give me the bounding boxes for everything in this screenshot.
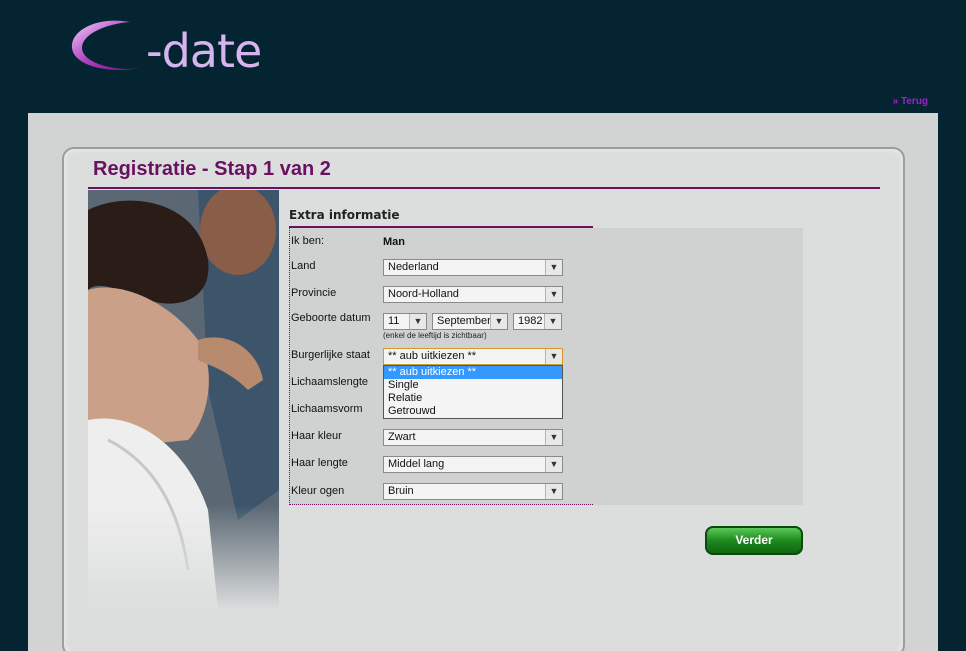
chevron-down-icon: ▼ [545, 349, 562, 364]
eye-color-label: Kleur ogen [291, 485, 345, 497]
gender-label: Ik ben: [291, 235, 325, 247]
hair-length-label: Haar lengte [291, 457, 348, 469]
birth-year-value: 1982 [518, 315, 543, 327]
hair-length-select[interactable]: Middel lang ▼ [383, 456, 563, 473]
cdate-logo[interactable]: -date [68, 16, 268, 78]
chevron-down-icon: ▼ [544, 314, 561, 329]
eye-color-select[interactable]: Bruin ▼ [383, 483, 563, 500]
birth-month-select[interactable]: September ▼ [432, 313, 508, 330]
chevron-down-icon: ▼ [545, 260, 562, 275]
section-title: Extra informatie [289, 208, 400, 222]
province-value: Noord-Holland [388, 288, 459, 300]
chevron-down-icon: ▼ [545, 484, 562, 499]
birthdate-hint: (enkel de leeftijd is zichtbaar) [383, 331, 487, 340]
dropdown-option[interactable]: Relatie [384, 392, 562, 405]
body-type-label: Lichaamsvorm [291, 403, 363, 415]
dropdown-option[interactable]: ** aub uitkiezen ** [384, 366, 562, 379]
dropdown-option[interactable]: Single [384, 379, 562, 392]
couple-photo [88, 190, 279, 610]
province-select[interactable]: Noord-Holland ▼ [383, 286, 563, 303]
country-value: Nederland [388, 261, 439, 273]
back-link[interactable]: » Terug [893, 96, 928, 107]
logo-swoosh-icon [71, 20, 142, 70]
birth-year-select[interactable]: 1982 ▼ [513, 313, 562, 330]
height-label: Lichaamslengte [291, 376, 369, 388]
eye-color-value: Bruin [388, 485, 414, 497]
hair-color-value: Zwart [388, 431, 416, 443]
birth-month-value: September [437, 315, 491, 327]
marital-status-label: Burgerlijke staat [291, 349, 370, 361]
title-divider [88, 187, 880, 189]
birth-day-select[interactable]: 11 ▼ [383, 313, 427, 330]
chevron-down-icon: ▼ [409, 314, 426, 329]
page-title: Registratie - Stap 1 van 2 [93, 158, 331, 180]
province-label: Provincie [291, 287, 337, 299]
dropdown-option[interactable]: Getrouwd [384, 405, 562, 418]
country-select[interactable]: Nederland ▼ [383, 259, 563, 276]
marital-status-select[interactable]: ** aub uitkiezen ** ▼ [383, 348, 563, 365]
chevron-down-icon: ▼ [545, 287, 562, 302]
marital-status-value: ** aub uitkiezen ** [388, 350, 477, 362]
marital-status-dropdown[interactable]: ** aub uitkiezen ** Single Relatie Getro… [383, 365, 563, 419]
hair-color-label: Haar kleur [291, 430, 342, 442]
chevron-down-icon: ▼ [545, 457, 562, 472]
gender-value: Man [383, 236, 405, 248]
hair-length-value: Middel lang [388, 458, 445, 470]
country-label: Land [291, 260, 316, 272]
hair-color-select[interactable]: Zwart ▼ [383, 429, 563, 446]
logo-text: -date [146, 24, 262, 78]
birthdate-label: Geboorte datum [291, 312, 371, 324]
next-button[interactable]: Verder [705, 526, 803, 555]
birth-day-value: 11 [388, 315, 400, 327]
chevron-down-icon: ▼ [545, 430, 562, 445]
chevron-down-icon: ▼ [490, 314, 507, 329]
